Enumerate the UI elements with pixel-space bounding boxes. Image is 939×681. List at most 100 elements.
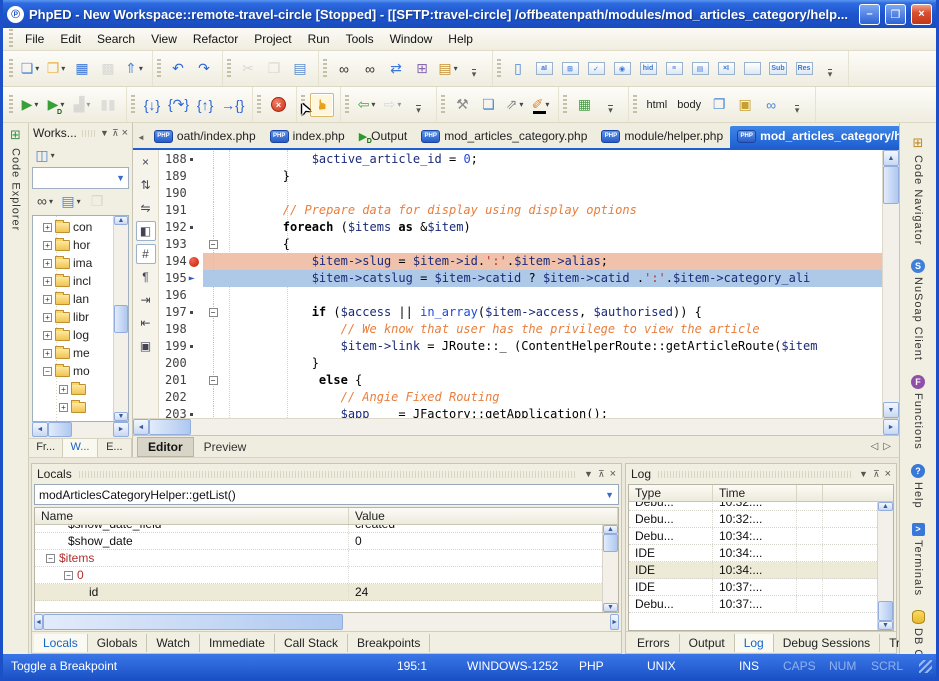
variable-row[interactable]: $show_date0 <box>35 533 602 550</box>
tab-watch[interactable]: Watch <box>147 634 200 652</box>
scrollbar-track[interactable] <box>191 419 883 435</box>
form-document-icon[interactable]: ▯ <box>506 57 530 81</box>
document-tab[interactable]: ▶DOutput <box>352 126 415 148</box>
menu-file[interactable]: File <box>17 29 52 49</box>
highlighter-icon[interactable]: ✐▾ <box>528 93 552 117</box>
menu-edit[interactable]: Edit <box>52 29 89 49</box>
tree-item[interactable]: −mo <box>42 362 113 380</box>
nav-prev-icon[interactable]: ◁ <box>871 441 879 452</box>
undo-icon[interactable]: ↶ <box>166 57 190 81</box>
log-vertical-scrollbar[interactable]: ▲▼ <box>877 502 893 630</box>
nav-next-icon[interactable]: ▷ <box>883 441 891 452</box>
scrollbar-thumb[interactable] <box>603 534 618 552</box>
expand-icon[interactable]: + <box>43 349 52 358</box>
toolbar-grip[interactable] <box>633 95 637 115</box>
sidebar-tab[interactable]: SNuSoap Client <box>911 252 925 368</box>
check-page-icon[interactable]: ❏ <box>476 93 500 117</box>
toolbar-grip[interactable] <box>441 95 445 115</box>
insert-image-icon[interactable]: ▣ <box>733 93 757 117</box>
scroll-left-icon[interactable]: ◄ <box>34 614 43 630</box>
expand-icon[interactable]: + <box>43 313 52 322</box>
variable-row[interactable]: −0 <box>35 567 602 584</box>
workspace-filter-combobox[interactable]: ▼ <box>32 167 129 189</box>
menu-search[interactable]: Search <box>89 29 143 49</box>
open-file-icon[interactable]: ❐▾ <box>44 57 68 81</box>
editor-horizontal-scrollbar[interactable]: ◄► <box>133 418 899 435</box>
code-line[interactable]: 188 $active_article_id = 0; <box>159 151 882 168</box>
tools-icon[interactable]: ⚒ <box>450 93 474 117</box>
run-icon[interactable]: ▶▾ <box>18 93 42 117</box>
tree-item[interactable]: + <box>42 398 113 416</box>
form-label-icon[interactable]: aI <box>532 57 556 81</box>
line-number[interactable]: 193 <box>159 236 203 253</box>
menu-project[interactable]: Project <box>246 29 299 49</box>
log-row[interactable]: IDE10:34:... <box>629 562 877 579</box>
break-icon[interactable]: ☛ <box>310 93 334 117</box>
variable-row[interactable]: id24 <box>35 584 602 601</box>
locals-close-icon[interactable]: × <box>610 468 616 480</box>
tab-call-stack[interactable]: Call Stack <box>275 634 348 652</box>
redo-icon[interactable]: ↷ <box>192 57 216 81</box>
close-gutter-icon[interactable]: × <box>136 152 156 172</box>
toolbar-grip[interactable] <box>257 95 261 115</box>
workspace-dropdown-icon[interactable]: ▼ <box>100 128 109 138</box>
menu-refactor[interactable]: Refactor <box>185 29 246 49</box>
scroll-down-icon[interactable]: ▼ <box>603 603 618 612</box>
workspace-tab[interactable]: E... <box>98 439 132 457</box>
form-table-icon[interactable]: ⊞ <box>558 57 582 81</box>
log-row[interactable]: IDE10:37:... <box>629 579 877 596</box>
stop-icon[interactable]: × <box>266 93 290 117</box>
scroll-down-icon[interactable]: ▼ <box>878 621 893 630</box>
minimize-button[interactable]: – <box>859 4 880 25</box>
log-close-icon[interactable]: × <box>885 468 891 480</box>
colors-icon[interactable]: ▦ <box>572 93 596 117</box>
restore-button[interactable]: ❐ <box>885 4 906 25</box>
scrollbar-thumb[interactable] <box>48 422 72 437</box>
form-listbox-icon[interactable]: ≡ <box>662 57 686 81</box>
code-line[interactable]: 198 // We know that user has the privile… <box>159 321 882 338</box>
scrollbar-thumb[interactable] <box>149 419 191 435</box>
line-number[interactable]: 201 <box>159 372 203 389</box>
tree-item[interactable]: +libr <box>42 308 113 326</box>
sidebar-tab[interactable]: FFunctions <box>911 368 925 457</box>
line-number[interactable]: 197 <box>159 304 203 321</box>
fold-collapse-icon[interactable]: − <box>209 376 218 385</box>
document-tab[interactable]: PHPmod_articles_category.php <box>414 126 594 148</box>
log-row[interactable]: Debu...10:32:... <box>629 511 877 528</box>
collapse-icon[interactable]: − <box>64 571 73 580</box>
line-number[interactable]: 202 <box>159 389 203 406</box>
titlebar[interactable]: ℗ PhpED - New Workspace::remote-travel-c… <box>3 0 936 28</box>
scrollbar-track[interactable] <box>603 552 618 603</box>
line-number[interactable]: 203 <box>159 406 203 418</box>
export-icon[interactable]: ⇗▾ <box>502 93 526 117</box>
tab-debug-sessions[interactable]: Debug Sessions <box>774 634 880 652</box>
code-line[interactable]: 201− else { <box>159 372 882 389</box>
run-debug-icon[interactable]: ▶D▾ <box>44 93 68 117</box>
scrollbar-track[interactable] <box>883 204 899 402</box>
show-margin-icon[interactable]: ◧ <box>136 221 156 241</box>
document-tab[interactable]: PHPoath/index.php <box>147 126 263 148</box>
tree-vertical-scrollbar[interactable]: ▲▼ <box>113 216 128 421</box>
expand-icon[interactable]: + <box>43 277 52 286</box>
scrollbar-track[interactable] <box>114 225 128 305</box>
code-line[interactable]: 196 <box>159 287 882 304</box>
log-row[interactable]: Debu...10:32:... <box>629 502 877 511</box>
find-icon[interactable]: ∞ <box>332 57 356 81</box>
log-dropdown-icon[interactable]: ▼ <box>859 469 868 479</box>
code-editor[interactable]: 188 $active_article_id = 0;189 }190191 /… <box>159 150 882 418</box>
sidebar-tab[interactable]: ?Help <box>911 457 925 516</box>
tab-code-explorer[interactable]: Code Explorer <box>10 148 22 231</box>
toolbar-grip[interactable] <box>323 59 327 79</box>
code-line[interactable]: 191 // Prepare data for display using di… <box>159 202 882 219</box>
tree-item[interactable]: +log <box>42 326 113 344</box>
scroll-right-icon[interactable]: ► <box>113 422 129 437</box>
line-numbers-icon[interactable]: # <box>136 244 156 264</box>
workspace-tab[interactable]: W... <box>63 439 97 457</box>
save-icon[interactable]: ▦ <box>70 57 94 81</box>
tree-item[interactable]: +con <box>42 218 113 236</box>
copy-html-icon[interactable]: ❐ <box>707 93 731 117</box>
clipboard-icon[interactable]: ▤▾ <box>59 189 83 213</box>
show-invisibles-icon[interactable]: ¶ <box>136 267 156 287</box>
expand-icon[interactable]: + <box>59 403 68 412</box>
toolbar-grip[interactable] <box>497 59 501 79</box>
